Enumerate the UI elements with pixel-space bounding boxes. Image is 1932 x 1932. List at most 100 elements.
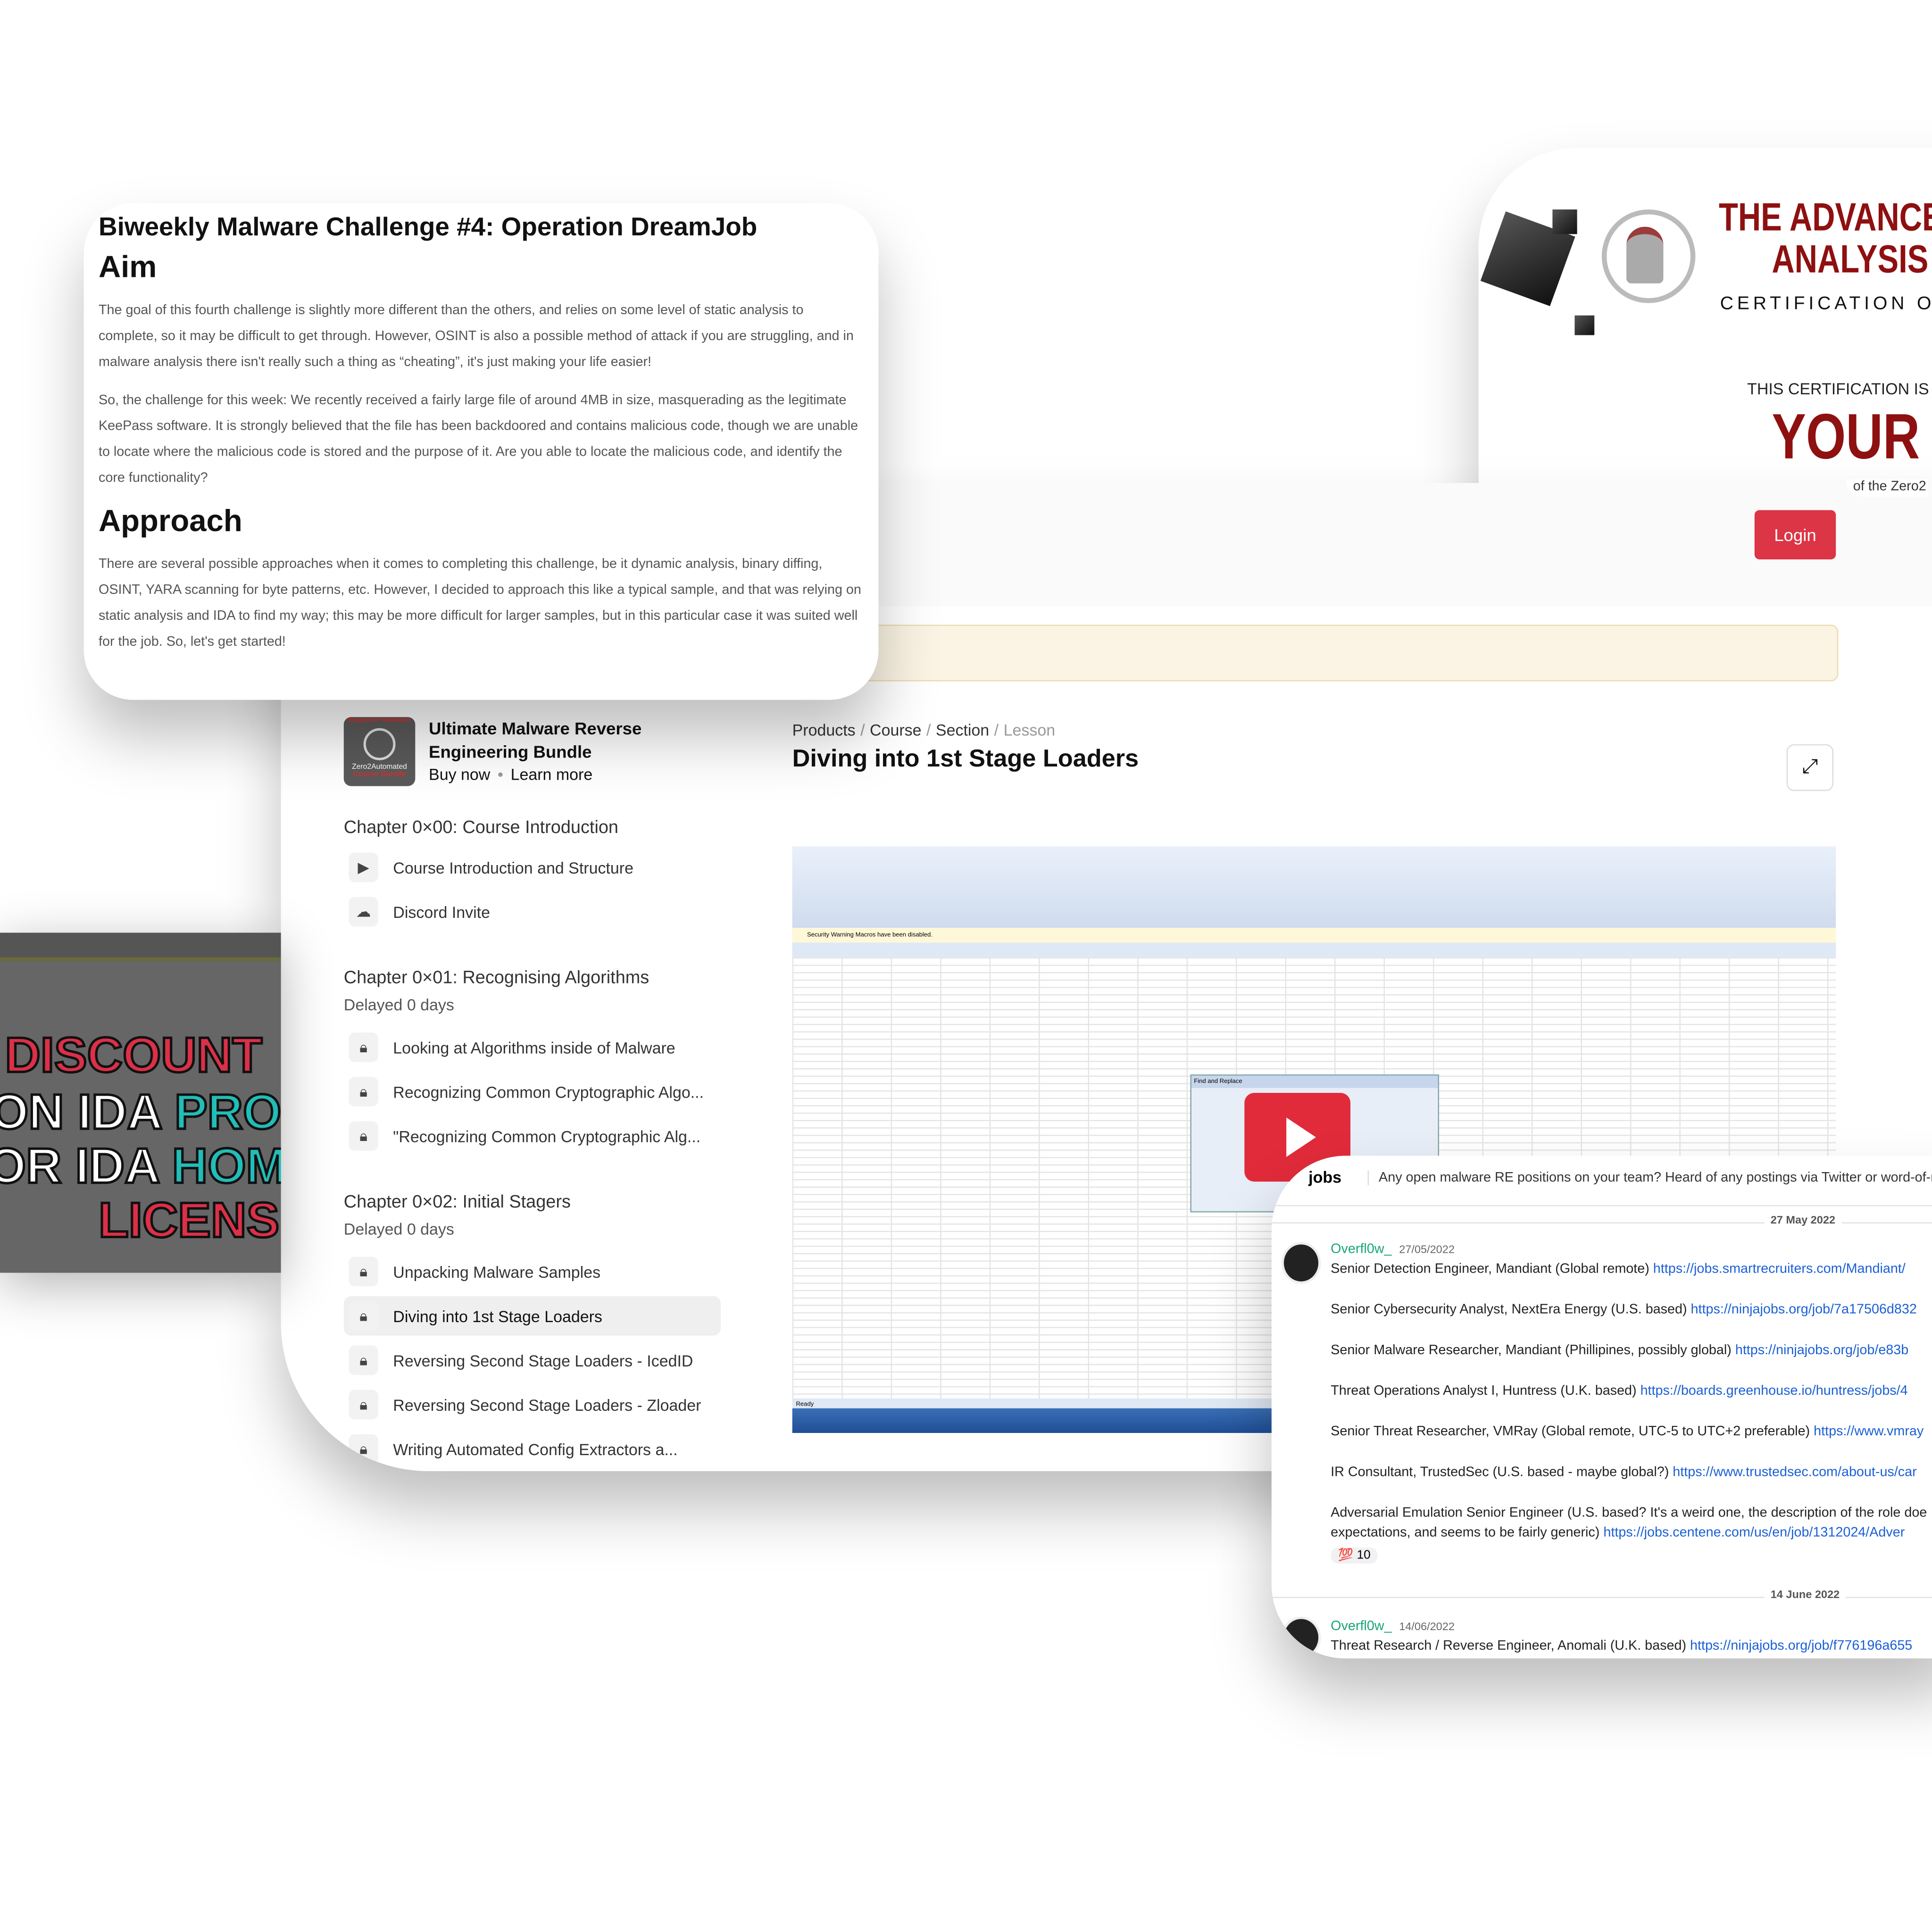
learn-more-link[interactable]: Learn more bbox=[511, 765, 593, 783]
status-text: Ready bbox=[796, 1401, 814, 1408]
cube-graphic bbox=[1552, 209, 1577, 234]
thumb-text: Course Bundle bbox=[353, 771, 406, 779]
lesson-label: Writing Automated Config Extractors a... bbox=[393, 1440, 678, 1458]
job-link[interactable]: https://jobs.smartrecruiters.com/Mandian… bbox=[1653, 1262, 1906, 1276]
reaction-count: 10 bbox=[1357, 1549, 1371, 1563]
breadcrumb-products[interactable]: Products bbox=[792, 721, 856, 739]
security-warning: Security Warning Macros have been disabl… bbox=[792, 927, 1836, 943]
post-title: Biweekly Malware Challenge #4: Operation… bbox=[98, 213, 758, 242]
notice-banner bbox=[860, 625, 1839, 682]
expand-button[interactable]: ⤢ bbox=[1786, 744, 1833, 791]
lesson-label: Discord Invite bbox=[393, 902, 491, 921]
job-link[interactable]: https://jobs.centene.com/us/en/job/13120… bbox=[1603, 1525, 1905, 1540]
discount-text: PRO bbox=[173, 1084, 281, 1141]
date-label: 27 May 2022 bbox=[1764, 1214, 1842, 1226]
breadcrumb-course[interactable]: Course bbox=[870, 721, 922, 739]
aim-heading: Aim bbox=[98, 250, 157, 285]
job-link[interactable]: https://ninjajobs.org/job/f776196a655 bbox=[1690, 1639, 1912, 1653]
certificate-title: ANALYSIS C bbox=[1772, 236, 1932, 281]
lesson-item[interactable]: 🔒︎ Looking at Algorithms inside of Malwar… bbox=[344, 1028, 721, 1067]
author-name[interactable]: Overfl0w_ bbox=[1331, 1619, 1391, 1633]
avatar[interactable] bbox=[1281, 1242, 1321, 1284]
message: Threat Operations Analyst I, Huntress (U… bbox=[1331, 1384, 1907, 1399]
lesson-item[interactable]: 🔒︎ Recognizing Common Cryptographic Algo.… bbox=[344, 1072, 721, 1112]
job-link[interactable]: https://www.trustedsec.com/about-us/car bbox=[1673, 1465, 1916, 1480]
dialog-title: Find and Replace bbox=[1191, 1075, 1438, 1088]
approach-paragraph: There are several possible approaches wh… bbox=[98, 557, 861, 650]
job-link[interactable]: https://boards.greenhouse.io/huntress/jo… bbox=[1641, 1384, 1908, 1399]
lesson-item[interactable]: 🔒︎ Reversing Second Stage Loaders - IcedI… bbox=[344, 1341, 721, 1380]
job-link[interactable]: https://ninjajobs.org/job/7a17506d832 bbox=[1691, 1302, 1917, 1317]
lesson-label: "Recognizing Common Cryptographic Alg... bbox=[393, 1126, 701, 1146]
certificate-name: YOUR N bbox=[1772, 401, 1932, 474]
certificate-subtitle: CERTIFICATION OF bbox=[1720, 293, 1932, 315]
approach-heading: Approach bbox=[98, 504, 242, 539]
lesson-title: Diving into 1st Stage Loaders bbox=[792, 745, 1139, 773]
spartan-helmet-logo bbox=[1601, 209, 1696, 303]
lock-icon: 🔒︎ bbox=[349, 1121, 378, 1151]
message: Senior Detection Engineer, Mandiant (Glo… bbox=[1331, 1262, 1906, 1276]
lesson-label: Course Introduction and Structure bbox=[393, 858, 633, 877]
lesson-item[interactable]: 🔒︎ Unpacking Malware Samples bbox=[344, 1252, 721, 1291]
chapter-delay: Delayed 0 days bbox=[343, 1220, 454, 1239]
breadcrumb-section[interactable]: Section bbox=[936, 721, 989, 739]
lock-icon: 🔒︎ bbox=[349, 1434, 378, 1464]
lesson-item[interactable]: 🔒︎ Diving into 1st Stage Loaders bbox=[343, 1296, 721, 1336]
discord-jobs-channel: jobs Any open malware RE positions on yo… bbox=[1271, 1156, 1932, 1659]
lesson-label: Looking at Algorithms inside of Malware bbox=[393, 1038, 675, 1057]
channel-name[interactable]: jobs bbox=[1308, 1168, 1341, 1186]
lesson-label: Diving into 1st Stage Loaders bbox=[393, 1307, 602, 1325]
thumb-text: Zero2Automated bbox=[352, 764, 407, 772]
chapter-title: Chapter 0×02: Initial Stagers bbox=[343, 1192, 571, 1213]
message: expectations, and seems to be fairly gen… bbox=[1331, 1525, 1905, 1540]
channel-header: jobs Any open malware RE positions on yo… bbox=[1271, 1156, 1932, 1207]
play-icon: ▶ bbox=[349, 852, 378, 883]
expand-icon: ⤢ bbox=[1802, 756, 1818, 778]
course-sidebar: Chapter 0×00: Course Introduction ▶ Course… bbox=[343, 818, 726, 1471]
lesson-item[interactable]: 🔒︎ Writing Automated Config Extractors a.… bbox=[344, 1429, 721, 1469]
lesson-item[interactable]: ▶ Course Introduction and Structure bbox=[344, 848, 721, 887]
lesson-label: Recognizing Common Cryptographic Algo... bbox=[393, 1082, 704, 1101]
certificate-awarded: THIS CERTIFICATION IS bbox=[1747, 379, 1929, 398]
job-link[interactable]: https://ninjajobs.org/job/e83b bbox=[1735, 1343, 1908, 1357]
timestamp: 14/06/2022 bbox=[1399, 1620, 1455, 1633]
lock-icon: 🔒︎ bbox=[349, 1390, 378, 1420]
blog-post: Biweekly Malware Challenge #4: Operation… bbox=[83, 203, 879, 700]
message-text: Senior Detection Engineer, Mandiant (Glo… bbox=[1331, 1261, 1653, 1277]
lesson-item[interactable]: ☁ Discord Invite bbox=[344, 892, 721, 932]
discount-text: DISCOUNT bbox=[4, 1028, 264, 1084]
message-text: Senior Cybersecurity Analyst, NextEra En… bbox=[1331, 1302, 1691, 1317]
author-name[interactable]: Overfl0w_ bbox=[1331, 1242, 1391, 1257]
breadcrumb-lesson: Lesson bbox=[1003, 721, 1056, 740]
timestamp: 27/05/2022 bbox=[1399, 1243, 1455, 1256]
reaction-100[interactable]: 💯 10 bbox=[1331, 1547, 1378, 1564]
lock-icon: 🔒︎ bbox=[349, 1257, 378, 1287]
lesson-label: Reversing Second Stage Loaders - Zloader bbox=[393, 1395, 701, 1414]
avatar[interactable] bbox=[1281, 1616, 1321, 1659]
chapter-title: Chapter 0×01: Recognising Algorithms bbox=[343, 968, 650, 988]
ida-discount-banner: DISCOUNT ON IDA PRO OR IDA HOM LICENS bbox=[0, 933, 281, 1273]
buy-now-link[interactable]: Buy now bbox=[429, 765, 490, 783]
lock-icon: 🔒︎ bbox=[349, 1077, 378, 1107]
thumb-text: Beginner Malware bbox=[348, 717, 411, 724]
lock-icon: 🔒︎ bbox=[349, 1345, 378, 1375]
discount-text: OR IDA bbox=[0, 1139, 159, 1195]
job-link[interactable]: https://www.vmray bbox=[1814, 1424, 1924, 1439]
message: Senior Threat Researcher, VMRay (Global … bbox=[1331, 1424, 1924, 1439]
message-text: expectations, and seems to be fairly gen… bbox=[1331, 1525, 1604, 1541]
aim-paragraph: The goal of this fourth challenge is sli… bbox=[98, 303, 854, 370]
lesson-label: Reversing Second Stage Loaders - IcedID bbox=[393, 1351, 693, 1370]
message-text: Threat Operations Analyst I, Huntress (U… bbox=[1331, 1383, 1641, 1399]
message-text: Senior Malware Researcher, Mandiant (Phi… bbox=[1331, 1343, 1735, 1358]
message-text: IR Consultant, TrustedSec (U.S. based - … bbox=[1331, 1465, 1673, 1480]
certificate-body-text: of the Zero2 bbox=[1846, 479, 1929, 497]
bundle-thumbnail[interactable]: Beginner Malware Zero2Automated Course B… bbox=[343, 717, 416, 786]
excel-ribbon bbox=[792, 846, 1836, 929]
discount-text: HOM bbox=[171, 1139, 281, 1195]
aim-paragraph: So, the challenge for this week: We rece… bbox=[98, 393, 858, 486]
lesson-label: Unpacking Malware Samples bbox=[393, 1262, 601, 1281]
login-button[interactable]: Login bbox=[1754, 510, 1836, 559]
message: Adversarial Emulation Senior Engineer (U… bbox=[1331, 1506, 1927, 1520]
lesson-item[interactable]: 🔒︎ Reversing Second Stage Loaders - Zload… bbox=[344, 1385, 721, 1424]
lesson-item[interactable]: 🔒︎ "Recognizing Common Cryptographic Alg.… bbox=[344, 1116, 721, 1156]
